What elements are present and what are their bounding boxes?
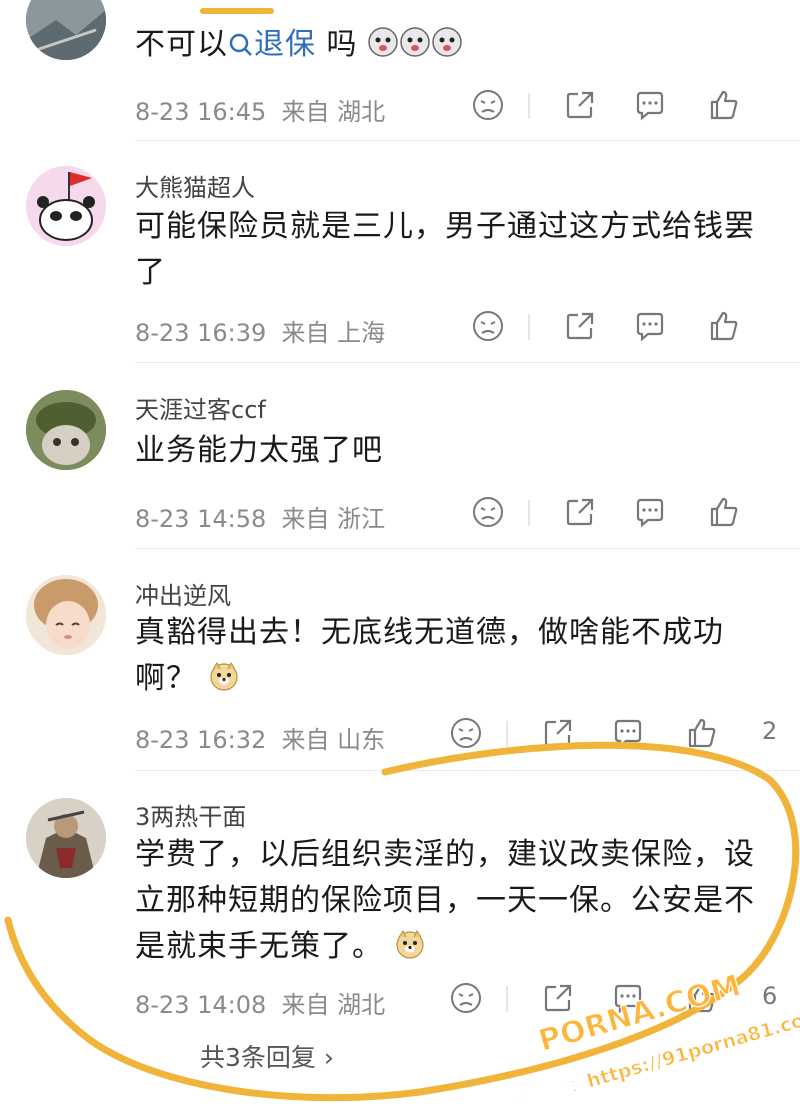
comment-actions — [470, 494, 800, 534]
dislike-button[interactable] — [448, 980, 484, 1016]
comment-meta: 8-23 14:58 来自 浙江 — [135, 499, 385, 534]
like-count: 2 — [762, 717, 778, 745]
comment-location: 来自 湖北 — [281, 98, 386, 126]
dislike-button[interactable] — [470, 308, 506, 344]
drag-handle[interactable] — [200, 8, 274, 14]
comment-location: 来自 浙江 — [281, 505, 386, 533]
dislike-button[interactable] — [470, 87, 506, 123]
search-link[interactable]: 退保 — [228, 27, 316, 62]
comment-date: 8-23 14:08 — [135, 991, 267, 1019]
like-icon — [710, 90, 738, 120]
comment-icon — [614, 719, 642, 749]
dislike-button[interactable] — [448, 715, 484, 751]
comment-button[interactable] — [632, 494, 668, 530]
comment-date: 8-23 16:32 — [135, 726, 267, 754]
like-button[interactable] — [684, 980, 720, 1016]
dislike-icon — [473, 90, 503, 120]
comment-text: 学费了，以后组织卖淫的，建议改卖保险，设立那种短期的保险项目，一天一保。公安是不… — [135, 837, 755, 964]
share-icon — [566, 91, 594, 119]
comment-button[interactable] — [632, 308, 668, 344]
comment-icon — [636, 312, 664, 342]
share-button[interactable] — [562, 308, 598, 344]
comment-meta: 8-23 14:08 来自 湖北 — [135, 985, 385, 1020]
username[interactable]: 大熊猫超人 — [135, 168, 255, 203]
comment-text: 可能保险员就是三儿，男子通过这方式给钱罢了 — [135, 209, 755, 290]
like-button[interactable] — [706, 494, 742, 530]
share-button[interactable] — [540, 715, 576, 751]
comment-text: 不可以 退保 吗 — [135, 22, 775, 68]
username[interactable]: 天涯过客ccf — [135, 390, 266, 425]
comment-date: 8-23 16:39 — [135, 319, 267, 347]
comment-actions — [470, 308, 800, 348]
avatar[interactable] — [26, 390, 106, 470]
comment-actions — [470, 87, 800, 127]
comment-meta: 8-23 16:32 来自 山东 — [135, 720, 385, 755]
like-button[interactable] — [706, 308, 742, 344]
husky-emoji-icon — [368, 27, 462, 57]
username[interactable]: 冲出逆风 — [135, 576, 231, 611]
like-icon — [688, 718, 716, 748]
comment-date: 8-23 14:58 — [135, 505, 267, 533]
username[interactable]: 3两热干面 — [135, 797, 246, 832]
like-icon — [688, 983, 716, 1013]
doge-emoji-icon — [209, 662, 238, 691]
comment-button[interactable] — [610, 715, 646, 751]
doge-emoji-icon — [395, 930, 424, 959]
share-icon — [544, 984, 572, 1012]
comment-text: 业务能力太强了吧 — [135, 433, 383, 468]
avatar[interactable] — [26, 798, 106, 878]
comment-meta: 8-23 16:39 来自 上海 — [135, 313, 385, 348]
share-icon — [566, 312, 594, 340]
comment-actions: 2 — [451, 715, 800, 755]
avatar[interactable] — [26, 0, 106, 60]
share-icon — [566, 498, 594, 526]
comment-location: 来自 湖北 — [281, 991, 386, 1019]
comment-button[interactable] — [610, 980, 646, 1016]
share-button[interactable] — [562, 494, 598, 530]
comment-icon — [614, 984, 642, 1014]
watermark: PORNA.COM 看完整版：https://91porna81.com — [492, 967, 800, 1105]
comment-text: 真豁得出去！无底线无道德，做啥能不成功啊？ — [135, 615, 724, 696]
comment-meta: 8-23 16:45 来自 湖北 — [135, 92, 385, 127]
dislike-icon — [473, 311, 503, 341]
share-button[interactable] — [562, 87, 598, 123]
comment-date: 8-23 16:45 — [135, 98, 267, 126]
dislike-icon — [451, 718, 481, 748]
avatar[interactable] — [26, 575, 106, 655]
like-button[interactable] — [706, 87, 742, 123]
like-icon — [710, 311, 738, 341]
dislike-icon — [473, 497, 503, 527]
comment-icon — [636, 498, 664, 528]
like-icon — [710, 497, 738, 527]
dislike-icon — [451, 983, 481, 1013]
search-icon — [229, 33, 252, 56]
comment-button[interactable] — [632, 87, 668, 123]
avatar[interactable] — [26, 166, 106, 246]
share-icon — [544, 719, 572, 747]
comment-actions: 6 — [451, 980, 800, 1020]
dislike-button[interactable] — [470, 494, 506, 530]
share-button[interactable] — [540, 980, 576, 1016]
comment-location: 来自 山东 — [281, 726, 386, 754]
comment-icon — [636, 91, 664, 121]
like-button[interactable] — [684, 715, 720, 751]
like-count: 6 — [762, 982, 778, 1010]
view-replies-link[interactable]: 共3条回复 › — [200, 1038, 334, 1074]
comment-location: 来自 上海 — [281, 319, 386, 347]
